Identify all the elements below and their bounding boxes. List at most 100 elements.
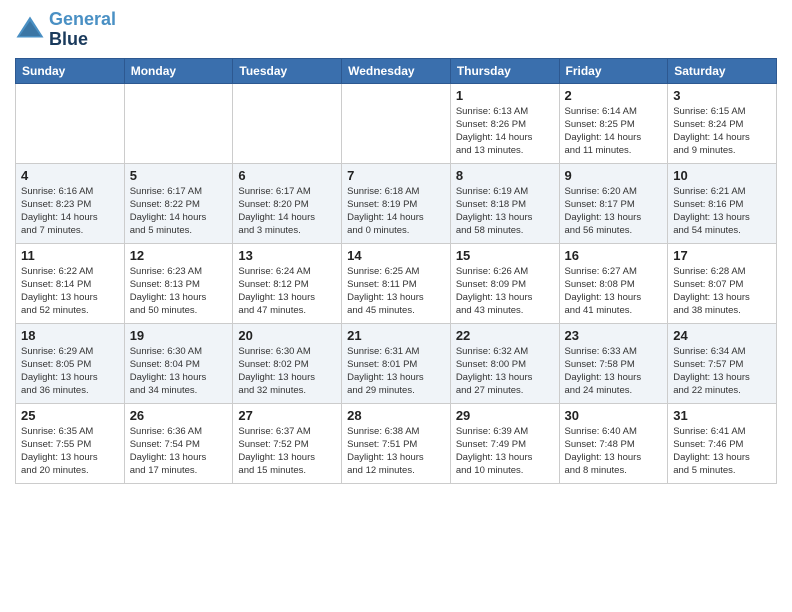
day-number: 19 — [130, 328, 228, 343]
day-info: Sunrise: 6:17 AM Sunset: 8:20 PM Dayligh… — [238, 185, 336, 238]
day-number: 7 — [347, 168, 445, 183]
day-number: 20 — [238, 328, 336, 343]
day-number: 16 — [565, 248, 663, 263]
day-number: 5 — [130, 168, 228, 183]
calendar-week-row: 1 Sunrise: 6:13 AM Sunset: 8:26 PM Daylig… — [16, 83, 777, 163]
calendar-cell: 16 Sunrise: 6:27 AM Sunset: 8:08 PM Dayli… — [559, 243, 668, 323]
day-info: Sunrise: 6:19 AM Sunset: 8:18 PM Dayligh… — [456, 185, 554, 238]
calendar-cell: 10Sunrise: 6:21 AM Sunset: 8:16 PM Dayli… — [668, 163, 777, 243]
day-number: 9 — [565, 168, 663, 183]
day-info: Sunrise: 6:23 AM Sunset: 8:13 PM Dayligh… — [130, 265, 228, 318]
weekday-header: Monday — [124, 58, 233, 83]
calendar-cell: 7 Sunrise: 6:18 AM Sunset: 8:19 PM Daylig… — [342, 163, 451, 243]
calendar-cell — [342, 83, 451, 163]
calendar-cell: 8 Sunrise: 6:19 AM Sunset: 8:18 PM Daylig… — [450, 163, 559, 243]
day-info: Sunrise: 6:26 AM Sunset: 8:09 PM Dayligh… — [456, 265, 554, 318]
day-info: Sunrise: 6:17 AM Sunset: 8:22 PM Dayligh… — [130, 185, 228, 238]
calendar-cell: 27 Sunrise: 6:37 AM Sunset: 7:52 PM Dayli… — [233, 403, 342, 483]
day-number: 14 — [347, 248, 445, 263]
calendar-cell: 22 Sunrise: 6:32 AM Sunset: 8:00 PM Dayli… — [450, 323, 559, 403]
calendar-cell: 21Sunrise: 6:31 AM Sunset: 8:01 PM Dayli… — [342, 323, 451, 403]
calendar-cell — [16, 83, 125, 163]
day-number: 3 — [673, 88, 771, 103]
calendar-cell: 11 Sunrise: 6:22 AM Sunset: 8:14 PM Dayli… — [16, 243, 125, 323]
day-number: 13 — [238, 248, 336, 263]
calendar-cell: 17Sunrise: 6:28 AM Sunset: 8:07 PM Dayli… — [668, 243, 777, 323]
day-info: Sunrise: 6:39 AM Sunset: 7:49 PM Dayligh… — [456, 425, 554, 478]
day-info: Sunrise: 6:36 AM Sunset: 7:54 PM Dayligh… — [130, 425, 228, 478]
day-number: 21 — [347, 328, 445, 343]
calendar-cell: 3 Sunrise: 6:15 AM Sunset: 8:24 PM Daylig… — [668, 83, 777, 163]
calendar-cell: 2 Sunrise: 6:14 AM Sunset: 8:25 PM Daylig… — [559, 83, 668, 163]
calendar-cell: 25 Sunrise: 6:35 AM Sunset: 7:55 PM Dayli… — [16, 403, 125, 483]
calendar-cell: 13 Sunrise: 6:24 AM Sunset: 8:12 PM Dayli… — [233, 243, 342, 323]
day-info: Sunrise: 6:18 AM Sunset: 8:19 PM Dayligh… — [347, 185, 445, 238]
day-number: 15 — [456, 248, 554, 263]
weekday-header: Thursday — [450, 58, 559, 83]
day-number: 18 — [21, 328, 119, 343]
day-number: 25 — [21, 408, 119, 423]
day-number: 29 — [456, 408, 554, 423]
day-info: Sunrise: 6:16 AM Sunset: 8:23 PM Dayligh… — [21, 185, 119, 238]
calendar-cell: 6 Sunrise: 6:17 AM Sunset: 8:20 PM Daylig… — [233, 163, 342, 243]
day-number: 22 — [456, 328, 554, 343]
day-info: Sunrise: 6:37 AM Sunset: 7:52 PM Dayligh… — [238, 425, 336, 478]
calendar-cell: 12 Sunrise: 6:23 AM Sunset: 8:13 PM Dayli… — [124, 243, 233, 323]
day-number: 12 — [130, 248, 228, 263]
weekday-header: Tuesday — [233, 58, 342, 83]
day-info: Sunrise: 6:30 AM Sunset: 8:02 PM Dayligh… — [238, 345, 336, 398]
day-info: Sunrise: 6:38 AM Sunset: 7:51 PM Dayligh… — [347, 425, 445, 478]
calendar-cell: 19Sunrise: 6:30 AM Sunset: 8:04 PM Dayli… — [124, 323, 233, 403]
calendar-cell: 4 Sunrise: 6:16 AM Sunset: 8:23 PM Daylig… — [16, 163, 125, 243]
calendar-header: SundayMondayTuesdayWednesdayThursdayFrid… — [16, 58, 777, 83]
day-info: Sunrise: 6:28 AM Sunset: 8:07 PM Dayligh… — [673, 265, 771, 318]
calendar-cell: 20 Sunrise: 6:30 AM Sunset: 8:02 PM Dayli… — [233, 323, 342, 403]
day-info: Sunrise: 6:22 AM Sunset: 8:14 PM Dayligh… — [21, 265, 119, 318]
day-info: Sunrise: 6:20 AM Sunset: 8:17 PM Dayligh… — [565, 185, 663, 238]
calendar-cell: 18 Sunrise: 6:29 AM Sunset: 8:05 PM Dayli… — [16, 323, 125, 403]
calendar-cell: 30 Sunrise: 6:40 AM Sunset: 7:48 PM Dayli… — [559, 403, 668, 483]
day-number: 11 — [21, 248, 119, 263]
day-number: 27 — [238, 408, 336, 423]
calendar-week-row: 25 Sunrise: 6:35 AM Sunset: 7:55 PM Dayli… — [16, 403, 777, 483]
day-info: Sunrise: 6:33 AM Sunset: 7:58 PM Dayligh… — [565, 345, 663, 398]
calendar-cell — [233, 83, 342, 163]
calendar-week-row: 4 Sunrise: 6:16 AM Sunset: 8:23 PM Daylig… — [16, 163, 777, 243]
day-number: 8 — [456, 168, 554, 183]
weekday-header: Wednesday — [342, 58, 451, 83]
day-number: 2 — [565, 88, 663, 103]
calendar-cell: 14 Sunrise: 6:25 AM Sunset: 8:11 PM Dayli… — [342, 243, 451, 323]
day-info: Sunrise: 6:13 AM Sunset: 8:26 PM Dayligh… — [456, 105, 554, 158]
day-number: 1 — [456, 88, 554, 103]
day-info: Sunrise: 6:27 AM Sunset: 8:08 PM Dayligh… — [565, 265, 663, 318]
page-header: General Blue — [15, 10, 777, 50]
day-info: Sunrise: 6:14 AM Sunset: 8:25 PM Dayligh… — [565, 105, 663, 158]
calendar-cell: 26 Sunrise: 6:36 AM Sunset: 7:54 PM Dayli… — [124, 403, 233, 483]
day-info: Sunrise: 6:35 AM Sunset: 7:55 PM Dayligh… — [21, 425, 119, 478]
logo-text: General Blue — [49, 10, 116, 50]
day-number: 26 — [130, 408, 228, 423]
day-number: 4 — [21, 168, 119, 183]
weekday-header: Sunday — [16, 58, 125, 83]
day-info: Sunrise: 6:25 AM Sunset: 8:11 PM Dayligh… — [347, 265, 445, 318]
day-number: 23 — [565, 328, 663, 343]
calendar-cell: 5 Sunrise: 6:17 AM Sunset: 8:22 PM Daylig… — [124, 163, 233, 243]
day-number: 24 — [673, 328, 771, 343]
weekday-header: Friday — [559, 58, 668, 83]
calendar-cell: 9 Sunrise: 6:20 AM Sunset: 8:17 PM Daylig… — [559, 163, 668, 243]
day-info: Sunrise: 6:15 AM Sunset: 8:24 PM Dayligh… — [673, 105, 771, 158]
day-info: Sunrise: 6:24 AM Sunset: 8:12 PM Dayligh… — [238, 265, 336, 318]
day-info: Sunrise: 6:21 AM Sunset: 8:16 PM Dayligh… — [673, 185, 771, 238]
day-info: Sunrise: 6:41 AM Sunset: 7:46 PM Dayligh… — [673, 425, 771, 478]
day-info: Sunrise: 6:40 AM Sunset: 7:48 PM Dayligh… — [565, 425, 663, 478]
calendar-week-row: 18 Sunrise: 6:29 AM Sunset: 8:05 PM Dayli… — [16, 323, 777, 403]
day-info: Sunrise: 6:29 AM Sunset: 8:05 PM Dayligh… — [21, 345, 119, 398]
calendar-cell: 28 Sunrise: 6:38 AM Sunset: 7:51 PM Dayli… — [342, 403, 451, 483]
day-number: 30 — [565, 408, 663, 423]
day-number: 6 — [238, 168, 336, 183]
calendar-cell: 24Sunrise: 6:34 AM Sunset: 7:57 PM Dayli… — [668, 323, 777, 403]
calendar-cell: 23 Sunrise: 6:33 AM Sunset: 7:58 PM Dayli… — [559, 323, 668, 403]
calendar-body: 1 Sunrise: 6:13 AM Sunset: 8:26 PM Daylig… — [16, 83, 777, 483]
day-number: 28 — [347, 408, 445, 423]
day-info: Sunrise: 6:32 AM Sunset: 8:00 PM Dayligh… — [456, 345, 554, 398]
